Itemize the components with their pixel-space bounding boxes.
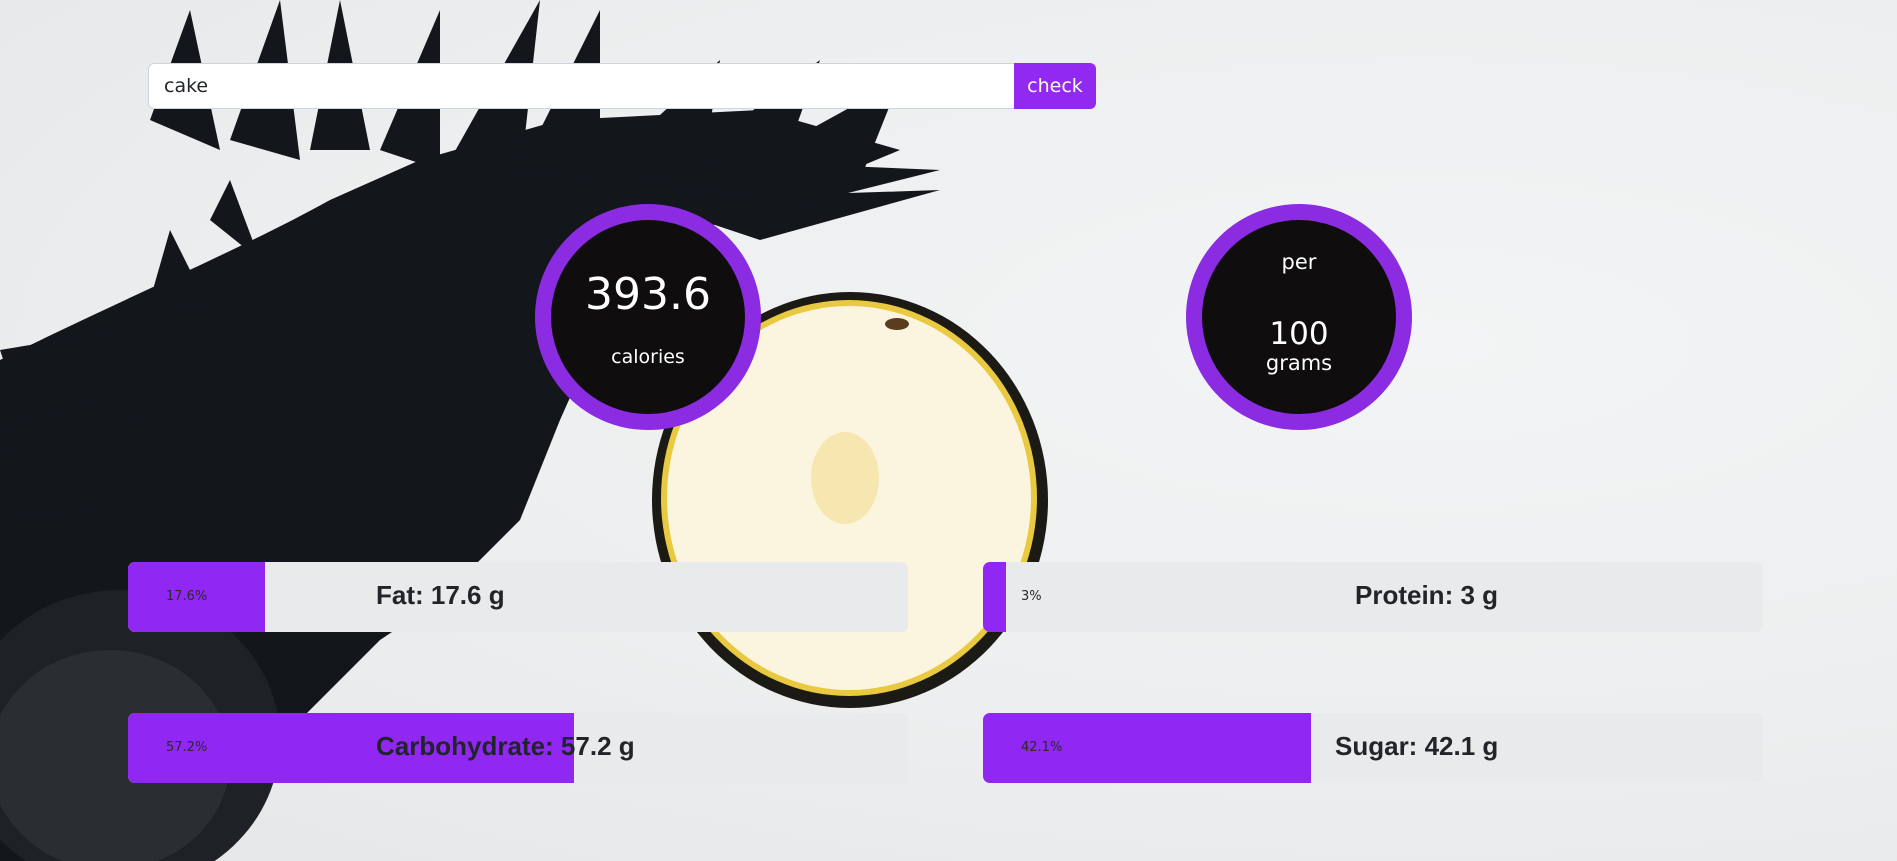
serving-unit: grams [1265, 351, 1333, 375]
sugar-percent: 42.1% [1021, 740, 1063, 755]
sugar-progress-bar: 42.1% Sugar: 42.1 g [983, 713, 1763, 783]
search-bar: check [148, 63, 1096, 109]
check-button[interactable]: check [1014, 63, 1096, 109]
food-search-input[interactable] [148, 63, 1014, 109]
carbohydrate-percent: 57.2% [166, 740, 208, 755]
protein-progress-fill [983, 562, 1007, 632]
fat-percent: 17.6% [166, 589, 208, 604]
carbohydrate-progress-bar: 57.2% Carbohydrate: 57.2 g [128, 713, 908, 783]
serving-size-circle: per 100 grams [1186, 204, 1412, 430]
carbohydrate-label: Carbohydrate: 57.2 g [376, 731, 635, 761]
fat-progress-bar: 17.6% Fat: 17.6 g [128, 562, 908, 632]
serving-per-label: per [1281, 250, 1317, 274]
calories-label: calories [611, 346, 685, 368]
fat-label: Fat: 17.6 g [376, 580, 505, 610]
calories-value: 393.6 [585, 269, 711, 320]
protein-percent: 3% [1021, 589, 1042, 604]
protein-progress-bar: 3% Protein: 3 g [983, 562, 1763, 632]
sugar-label: Sugar: 42.1 g [1335, 731, 1499, 761]
calories-circle: 393.6 calories [535, 204, 761, 430]
serving-amount: 100 [1269, 316, 1329, 352]
protein-label: Protein: 3 g [1355, 580, 1499, 610]
